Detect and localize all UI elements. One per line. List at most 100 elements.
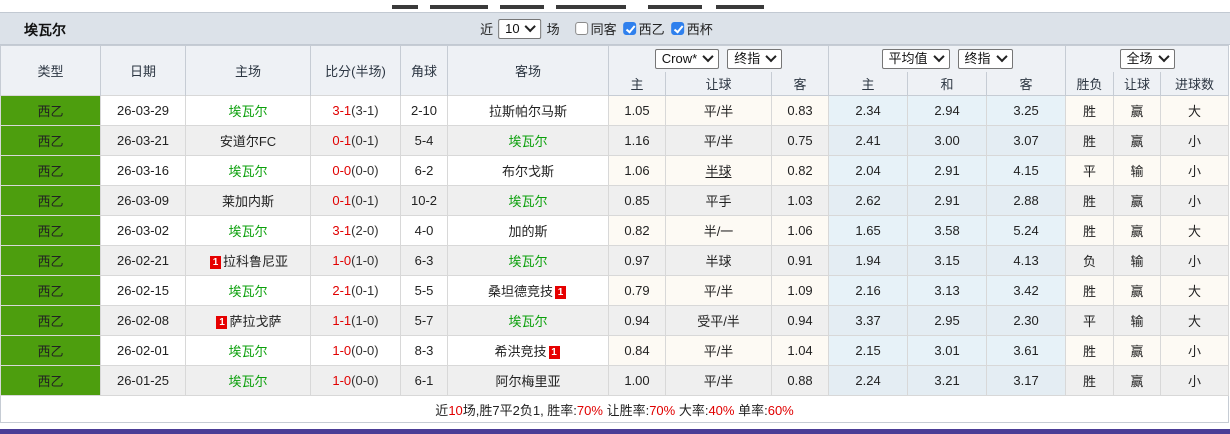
crow-handicap: 平/半 bbox=[665, 125, 772, 156]
result-goals: 小 bbox=[1160, 335, 1230, 366]
recent-count-select[interactable]: 10 bbox=[498, 18, 542, 39]
average-time-select[interactable]: 终指 bbox=[957, 48, 1013, 69]
away-team-name[interactable]: 拉斯帕尔马斯 bbox=[489, 104, 567, 119]
home-team-name[interactable]: 拉科鲁尼亚 bbox=[223, 254, 288, 269]
score-full[interactable]: 1-0 bbox=[332, 343, 351, 358]
col-header-result-wdl: 胜负 bbox=[1065, 71, 1115, 96]
corner-score: 5-4 bbox=[400, 125, 448, 156]
avg-draw-odds: 2.91 bbox=[907, 155, 988, 186]
checkbox-icon[interactable] bbox=[622, 22, 636, 35]
result-handicap: 赢 bbox=[1113, 365, 1162, 396]
match-row: 西乙 26-03-16 埃瓦尔 0-0(0-0) 6-2 布尔戈斯 1.06 半球 0.82 2.… bbox=[0, 155, 1230, 186]
scope-select-cell: 全场 bbox=[1065, 45, 1230, 72]
avg-draw-odds: 3.58 bbox=[907, 215, 988, 246]
filter-league[interactable]: 西乙 bbox=[622, 19, 665, 38]
avg-away-odds: 5.24 bbox=[986, 215, 1067, 246]
recent-suffix: 场 bbox=[546, 22, 560, 37]
red-card-badge: 1 bbox=[548, 346, 560, 359]
away-team-name[interactable]: 埃瓦尔 bbox=[508, 194, 547, 209]
filter-same-venue[interactable]: 同客 bbox=[574, 19, 617, 38]
away-team-name[interactable]: 阿尔梅里亚 bbox=[495, 374, 560, 389]
match-row: 西乙 26-02-01 埃瓦尔 1-0(0-0) 8-3 希洪竞技 1 0.84 平/半 1.04… bbox=[0, 335, 1230, 366]
home-team-name[interactable]: 莱加内斯 bbox=[222, 194, 274, 209]
home-team-name[interactable]: 萨拉戈萨 bbox=[229, 314, 281, 329]
score-cell: 3-1(3-1) bbox=[310, 95, 401, 126]
away-team-name-cell: 埃瓦尔 bbox=[447, 125, 609, 156]
red-card-badge: 1 bbox=[555, 286, 566, 299]
score-half[interactable]: (1-0) bbox=[351, 253, 378, 268]
score-half[interactable]: (0-1) bbox=[351, 193, 378, 208]
home-team-name[interactable]: 安道尔FC bbox=[220, 134, 276, 149]
match-row: 西乙 26-02-08 1 萨拉戈萨 1-1(1-0) 5-7 埃瓦尔 0.94 受平/半 0.9… bbox=[0, 305, 1230, 336]
crow-away-odds: 0.75 bbox=[770, 125, 830, 156]
away-team-name[interactable]: 布尔戈斯 bbox=[502, 164, 554, 179]
league-cell: 西乙 bbox=[0, 305, 101, 336]
col-header-corner: 角球 bbox=[400, 45, 448, 96]
away-team-name[interactable]: 希洪竞技 bbox=[494, 344, 546, 359]
corner-score: 6-1 bbox=[400, 365, 448, 396]
score-full[interactable]: 0-1 bbox=[332, 193, 351, 208]
away-team-name[interactable]: 加的斯 bbox=[508, 224, 547, 239]
away-team-name[interactable]: 桑坦德竞技 bbox=[488, 284, 553, 299]
crow-away-odds: 1.09 bbox=[770, 275, 830, 306]
scope-select[interactable]: 全场 bbox=[1119, 48, 1175, 69]
red-card-badge: 1 bbox=[209, 256, 221, 269]
home-team-name[interactable]: 埃瓦尔 bbox=[228, 284, 267, 299]
away-team-name[interactable]: 埃瓦尔 bbox=[508, 254, 547, 269]
checkbox-icon[interactable] bbox=[670, 22, 684, 35]
filter-cup[interactable]: 西杯 bbox=[670, 19, 713, 38]
score-half[interactable]: (0-1) bbox=[351, 283, 378, 298]
header-selects-row: 类型 日期 主场 比分(半场) 角球 客场 Crow* 终指 平均值 终指 全场 bbox=[0, 45, 1230, 96]
score-full[interactable]: 0-1 bbox=[332, 133, 351, 148]
score-half[interactable]: (0-0) bbox=[351, 343, 378, 358]
result-goals: 大 bbox=[1160, 95, 1230, 126]
home-team-name[interactable]: 埃瓦尔 bbox=[228, 224, 267, 239]
result-handicap: 赢 bbox=[1113, 215, 1162, 246]
score-half[interactable]: (0-0) bbox=[351, 373, 378, 388]
crow-handicap: 半球 bbox=[665, 155, 772, 186]
checkbox-icon[interactable] bbox=[574, 22, 588, 35]
score-half[interactable]: (0-1) bbox=[351, 133, 378, 148]
summary-segment: 60% bbox=[767, 402, 794, 418]
crow-handicap: 平/半 bbox=[665, 95, 772, 126]
crow-handicap: 半/一 bbox=[665, 215, 772, 246]
summary-segment: 70% bbox=[649, 402, 676, 418]
away-team-name-cell: 埃瓦尔 bbox=[447, 185, 609, 216]
bookmaker-select[interactable]: Crow* bbox=[654, 48, 720, 69]
match-date: 26-01-25 bbox=[100, 365, 186, 396]
home-team-name-cell: 埃瓦尔 bbox=[185, 155, 311, 186]
match-date: 26-03-29 bbox=[100, 95, 186, 126]
average-select[interactable]: 平均值 bbox=[881, 48, 950, 69]
filter-label: 西杯 bbox=[686, 22, 713, 37]
score-full[interactable]: 1-0 bbox=[332, 253, 351, 268]
avg-draw-odds: 2.91 bbox=[907, 185, 988, 216]
match-date: 26-03-09 bbox=[100, 185, 186, 216]
bookmaker-time-select[interactable]: 终指 bbox=[727, 48, 783, 69]
crow-away-odds: 0.91 bbox=[770, 245, 830, 276]
score-half[interactable]: (3-1) bbox=[351, 103, 378, 118]
summary-segment: 近 bbox=[435, 402, 449, 418]
result-goals: 小 bbox=[1160, 185, 1230, 216]
away-team-name[interactable]: 埃瓦尔 bbox=[508, 314, 547, 329]
match-history-panel: 埃瓦尔 近 10 场 同客 西乙 西杯 类型 日期 主场 比分(半场) 角球 客… bbox=[0, 0, 1230, 434]
score-full[interactable]: 1-1 bbox=[332, 313, 351, 328]
average-select-value: 平均值 bbox=[888, 50, 928, 66]
home-team-name[interactable]: 埃瓦尔 bbox=[228, 104, 267, 119]
score-full[interactable]: 2-1 bbox=[332, 283, 351, 298]
score-half[interactable]: (0-0) bbox=[351, 163, 378, 178]
crow-away-odds: 1.03 bbox=[770, 185, 830, 216]
score-cell: 1-1(1-0) bbox=[310, 305, 401, 336]
home-team-name[interactable]: 埃瓦尔 bbox=[228, 374, 267, 389]
home-team-name[interactable]: 埃瓦尔 bbox=[228, 164, 267, 179]
score-half[interactable]: (1-0) bbox=[351, 313, 378, 328]
score-full[interactable]: 1-0 bbox=[332, 373, 351, 388]
recent-label: 近 bbox=[480, 22, 494, 37]
away-team-name[interactable]: 埃瓦尔 bbox=[508, 134, 547, 149]
score-half[interactable]: (2-0) bbox=[351, 223, 378, 238]
home-team-name[interactable]: 埃瓦尔 bbox=[228, 344, 267, 359]
away-team-name-cell: 阿尔梅里亚 bbox=[447, 365, 609, 396]
score-full[interactable]: 0-0 bbox=[332, 163, 351, 178]
score-full[interactable]: 3-1 bbox=[332, 103, 351, 118]
result-goals: 大 bbox=[1160, 275, 1230, 306]
score-full[interactable]: 3-1 bbox=[332, 223, 351, 238]
